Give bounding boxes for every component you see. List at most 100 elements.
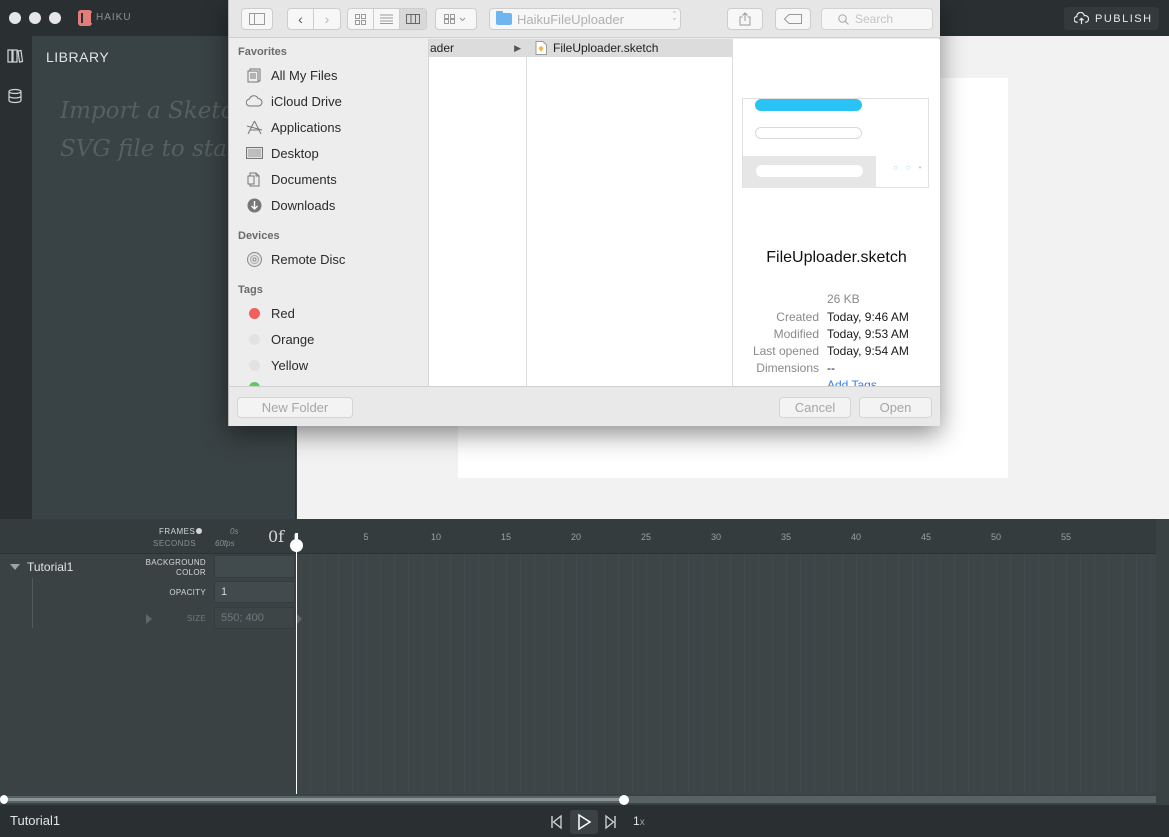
icon-view-button[interactable] xyxy=(348,9,374,29)
tag-icon xyxy=(784,14,802,24)
forward-button[interactable]: › xyxy=(314,9,340,29)
seconds-label[interactable]: SECONDS xyxy=(153,539,196,548)
haiku-logo-icon xyxy=(78,10,93,26)
range-end-handle[interactable] xyxy=(619,795,629,805)
skip-back-icon[interactable] xyxy=(548,810,564,834)
sidebar-item-documents[interactable]: Documents xyxy=(246,169,337,189)
path-folder-name: HaikuFileUploader xyxy=(517,11,624,27)
size-row-arrow-icon xyxy=(297,614,302,624)
skip-forward-icon[interactable] xyxy=(603,810,619,834)
dialog-footer: New Folder Cancel Open xyxy=(229,386,940,426)
list-view-button[interactable] xyxy=(374,9,400,29)
close-window-button[interactable] xyxy=(9,12,21,24)
share-button[interactable] xyxy=(727,8,763,30)
cloud-upload-icon xyxy=(1074,12,1089,25)
cloud-icon xyxy=(246,95,263,107)
meta-created-value: Today, 9:46 AM xyxy=(827,310,909,324)
frames-toggle-dot[interactable] xyxy=(196,528,202,534)
file-preview-pane: ○○• FileUploader.sketch 26 KB Created To… xyxy=(733,39,940,386)
dialog-sidebar: Favorites All My Files iCloud Drive Appl… xyxy=(229,39,429,386)
ruler-tick-label: 55 xyxy=(1060,532,1072,542)
timeline-scrollbar[interactable] xyxy=(1156,519,1169,805)
sidebar-item-label: Downloads xyxy=(271,197,336,213)
keyframe-track-area[interactable] xyxy=(296,554,1156,794)
minimize-window-button[interactable] xyxy=(29,12,41,24)
ruler-tick-label: 20 xyxy=(570,532,582,542)
sidebar-item-label: Orange xyxy=(271,331,315,347)
preview-file-size: 26 KB xyxy=(827,292,860,306)
search-field[interactable]: Search xyxy=(821,8,933,30)
browser-column-files: FileUploader.sketch xyxy=(527,39,733,386)
sidebar-item-all-my-files[interactable]: All My Files xyxy=(246,65,337,85)
meta-dimensions-key: Dimensions xyxy=(756,361,819,375)
publish-button[interactable]: PUBLISH xyxy=(1064,7,1159,30)
sidebar-item-remote-disc[interactable]: Remote Disc xyxy=(246,249,345,269)
playhead-handle[interactable] xyxy=(290,533,303,552)
row-guide-line xyxy=(32,578,33,628)
size-field[interactable]: 550; 400 xyxy=(214,607,295,629)
background-color-label: BACKGROUND COLOR xyxy=(145,558,206,577)
sidebar-tag-yellow[interactable]: Yellow xyxy=(246,355,308,375)
play-button[interactable] xyxy=(570,810,598,834)
playback-speed[interactable]: 1x xyxy=(633,814,645,828)
dialog-toolbar: ‹ › HaikuFileUploader ˆˇ Search xyxy=(229,0,940,38)
bottom-component-title: Tutorial1 xyxy=(10,813,61,828)
sidebar-item-downloads[interactable]: Downloads xyxy=(246,195,335,215)
file-row[interactable]: FileUploader.sketch xyxy=(527,39,732,57)
ruler-tick-label: 30 xyxy=(710,532,722,542)
meta-modified-value: Today, 9:53 AM xyxy=(827,327,909,341)
devices-header: Devices xyxy=(238,230,280,242)
left-nav xyxy=(0,36,32,519)
folder-row-label: ader xyxy=(430,41,455,55)
ruler-tick-label: 50 xyxy=(990,532,1002,542)
collapse-arrow-icon[interactable] xyxy=(10,564,20,570)
folder-row[interactable]: ader ▶ xyxy=(429,39,526,57)
frames-label[interactable]: FRAMES xyxy=(159,527,195,536)
sidebar-item-icloud-drive[interactable]: iCloud Drive xyxy=(246,91,342,111)
add-tags-link[interactable]: Add Tags... xyxy=(827,378,887,386)
file-row-label: FileUploader.sketch xyxy=(553,41,659,55)
cancel-button[interactable]: Cancel xyxy=(779,397,851,418)
yellow-tag-dot-icon xyxy=(249,359,260,371)
component-row-title[interactable]: Tutorial1 xyxy=(27,560,73,574)
arrange-button[interactable] xyxy=(435,8,477,30)
range-start-handle[interactable] xyxy=(0,795,8,804)
tags-button[interactable] xyxy=(775,8,811,30)
tags-header: Tags xyxy=(238,284,263,296)
sketch-file-icon xyxy=(535,41,547,55)
sidebar-item-label: Applications xyxy=(271,119,342,135)
sidebar-tag-orange[interactable]: Orange xyxy=(246,329,314,349)
sketch-thumbnail: ○○• xyxy=(742,98,929,188)
sidebar-item-desktop[interactable]: Desktop xyxy=(246,143,319,163)
downloads-icon xyxy=(247,198,262,212)
meta-dimensions-value: -- xyxy=(827,361,835,375)
library-icon[interactable] xyxy=(6,47,24,65)
playhead-line xyxy=(296,544,297,794)
path-popup[interactable]: HaikuFileUploader ˆˇ xyxy=(489,8,681,30)
background-color-field[interactable] xyxy=(214,555,295,578)
desktop-icon xyxy=(246,146,263,159)
sidebar-tag-red[interactable]: Red xyxy=(246,303,295,323)
meta-created-key: Created xyxy=(776,310,819,324)
timeline-range-fill xyxy=(4,798,624,801)
applications-icon xyxy=(246,120,263,134)
opacity-field[interactable]: 1 xyxy=(214,581,295,603)
thumb-white-bar xyxy=(756,165,863,177)
list-icon xyxy=(380,14,393,24)
sidebar-item-label: Red xyxy=(271,305,295,321)
disclosure-arrow-icon: ▶ xyxy=(514,42,521,53)
back-forward-group: ‹ › xyxy=(287,8,341,30)
sidebar-toggle-button[interactable] xyxy=(241,8,273,30)
grid-icon xyxy=(355,13,366,25)
database-icon[interactable] xyxy=(6,87,24,105)
zoom-window-button[interactable] xyxy=(49,12,61,24)
ruler-tick-label: 40 xyxy=(850,532,862,542)
open-button[interactable]: Open xyxy=(859,397,932,418)
back-button[interactable]: ‹ xyxy=(288,9,314,29)
arrange-icon xyxy=(444,14,466,24)
fps-readout: 60fps xyxy=(215,539,235,548)
new-folder-button[interactable]: New Folder xyxy=(237,397,353,418)
ruler-tick-label: 5 xyxy=(363,532,369,542)
column-view-button[interactable] xyxy=(400,9,426,29)
sidebar-item-applications[interactable]: Applications xyxy=(246,117,341,137)
